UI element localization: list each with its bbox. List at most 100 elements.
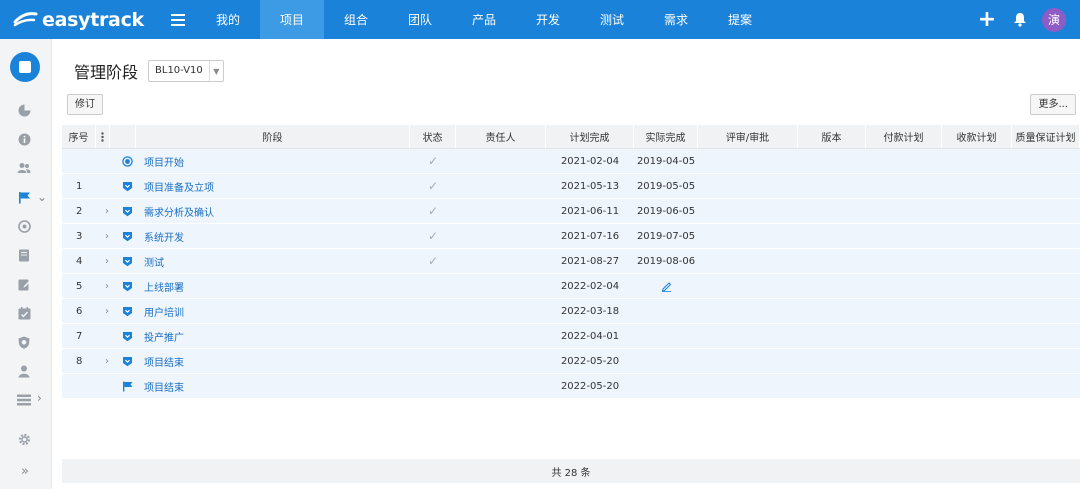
nav-item-project[interactable]: 项目 (260, 0, 324, 39)
main-nav: 我的 项目 组合 团队 产品 开发 测试 需求 提案 (196, 0, 772, 39)
main-content: 管理阶段 BL10-V10 ▼ 修订 更多... 序号 阶段 状态 责任人 计划… (52, 39, 1080, 489)
chevron-right-icon[interactable]: › (37, 391, 42, 405)
table-row[interactable]: 项目开始 ✓ 2021-02-04 2019-04-05 (62, 149, 1080, 174)
nav-item-requirement[interactable]: 需求 (644, 0, 708, 39)
row-stage-link[interactable]: 项目开始 (136, 149, 410, 173)
team-icon[interactable] (16, 160, 32, 176)
row-stage-link[interactable]: 测试 (136, 249, 410, 273)
milestone-start-icon (118, 149, 136, 173)
add-icon[interactable]: + (970, 7, 1004, 32)
nav-item-test[interactable]: 测试 (580, 0, 644, 39)
header-pay[interactable]: 付款计划 (866, 125, 942, 148)
more-button[interactable]: 更多... (1030, 94, 1076, 115)
row-stage-link[interactable]: 项目结束 (136, 374, 410, 398)
row-pay (866, 249, 942, 273)
expand-chevron-icon[interactable]: › (96, 299, 118, 323)
header-review[interactable]: 评审/审批 (698, 125, 798, 148)
table-row[interactable]: 项目结束 2022-05-20 (62, 374, 1080, 399)
edit-pencil-icon[interactable] (634, 274, 698, 298)
row-stage-link[interactable]: 投产推广 (136, 324, 410, 348)
stage-icon (118, 249, 136, 273)
row-stage-link[interactable]: 用户培训 (136, 299, 410, 323)
list-icon[interactable] (16, 392, 32, 408)
menu-toggle-button[interactable] (160, 0, 196, 39)
user-avatar[interactable]: 演 (1042, 7, 1066, 32)
header-state[interactable]: 状态 (410, 125, 456, 148)
info-icon[interactable] (16, 131, 32, 147)
bell-icon[interactable] (1004, 12, 1036, 27)
table-row[interactable]: 1 项目准备及立项 ✓ 2021-05-13 2019-05-05 (62, 174, 1080, 199)
row-pay (866, 324, 942, 348)
row-pay (866, 224, 942, 248)
expand-chevron-icon[interactable]: › (96, 274, 118, 298)
row-review (698, 374, 798, 398)
table-row[interactable]: 2 › 需求分析及确认 ✓ 2021-06-11 2019-06-05 (62, 199, 1080, 224)
easytrack-logo-icon (13, 11, 38, 26)
row-owner (456, 199, 546, 223)
document-icon[interactable] (16, 247, 32, 263)
expand-chevron-icon[interactable] (96, 324, 118, 348)
table-row[interactable]: 6 › 用户培训 2022-03-18 (62, 299, 1080, 324)
pie-chart-icon[interactable] (16, 102, 32, 118)
expand-chevron-icon[interactable] (96, 374, 118, 398)
header-qa[interactable]: 质量保证计划 (1012, 125, 1080, 148)
stage-icon (118, 299, 136, 323)
header-plan[interactable]: 计划完成 (546, 125, 634, 148)
edit-note-icon[interactable] (16, 276, 32, 292)
version-select[interactable]: BL10-V10 ▼ (148, 60, 224, 82)
row-plan-date: 2021-07-16 (560, 230, 620, 242)
expand-chevron-icon[interactable]: › (96, 224, 118, 248)
row-review (698, 174, 798, 198)
calendar-check-icon[interactable] (16, 305, 32, 321)
header-seq[interactable]: 序号 (62, 125, 96, 148)
row-seq: 4 (76, 255, 83, 267)
row-review (698, 149, 798, 173)
table-row[interactable]: 7 投产推广 2022-04-01 (62, 324, 1080, 349)
row-actual-date (634, 349, 698, 373)
nav-item-proposal[interactable]: 提案 (708, 0, 772, 39)
column-options-icon[interactable] (96, 125, 110, 148)
row-stage-link[interactable]: 项目结束 (136, 349, 410, 373)
nav-item-develop[interactable]: 开发 (516, 0, 580, 39)
row-qa (1012, 149, 1080, 173)
table-row[interactable]: 3 › 系统开发 ✓ 2021-07-16 2019-07-05 (62, 224, 1080, 249)
table-row[interactable]: 5 › 上线部署 2022-02-04 (62, 274, 1080, 299)
header-actual[interactable]: 实际完成 (634, 125, 698, 148)
nav-item-portfolio[interactable]: 组合 (324, 0, 388, 39)
app-logo[interactable]: easytrack (0, 9, 160, 31)
row-version (798, 324, 866, 348)
row-state-check-icon (410, 349, 456, 373)
table-row[interactable]: 8 › 项目结束 2022-05-20 (62, 349, 1080, 374)
shield-icon[interactable] (16, 334, 32, 350)
header-version[interactable]: 版本 (798, 125, 866, 148)
expand-chevron-icon[interactable] (96, 174, 118, 198)
nav-item-team[interactable]: 团队 (388, 0, 452, 39)
row-stage-link[interactable]: 需求分析及确认 (136, 199, 410, 223)
row-seq: 6 (76, 305, 83, 317)
expand-sidebar-icon[interactable]: » (17, 463, 33, 479)
nav-item-mine[interactable]: 我的 (196, 0, 260, 39)
header-stage[interactable]: 阶段 (136, 125, 410, 148)
project-logo-icon[interactable] (10, 52, 40, 82)
flag-icon[interactable] (16, 189, 32, 205)
expand-chevron-icon[interactable]: › (96, 199, 118, 223)
row-stage-link[interactable]: 系统开发 (136, 224, 410, 248)
row-stage-link[interactable]: 上线部署 (136, 274, 410, 298)
row-plan-date: 2022-03-18 (560, 305, 620, 317)
expand-chevron-icon[interactable] (96, 149, 118, 173)
expand-chevron-icon[interactable]: › (96, 349, 118, 373)
header-owner[interactable]: 责任人 (456, 125, 546, 148)
revise-button[interactable]: 修订 (67, 94, 103, 115)
header-recv[interactable]: 收款计划 (942, 125, 1012, 148)
row-stage-link[interactable]: 项目准备及立项 (136, 174, 410, 198)
row-recv (942, 149, 1012, 173)
row-seq: 8 (76, 355, 83, 367)
gear-icon[interactable] (16, 431, 32, 447)
chevron-down-icon[interactable]: ⌄ (37, 190, 47, 204)
row-plan-date: 2022-04-01 (560, 330, 620, 342)
user-icon[interactable] (16, 363, 32, 379)
expand-chevron-icon[interactable]: › (96, 249, 118, 273)
nav-item-product[interactable]: 产品 (452, 0, 516, 39)
target-icon[interactable] (16, 218, 32, 234)
table-row[interactable]: 4 › 测试 ✓ 2021-08-27 2019-08-06 (62, 249, 1080, 274)
